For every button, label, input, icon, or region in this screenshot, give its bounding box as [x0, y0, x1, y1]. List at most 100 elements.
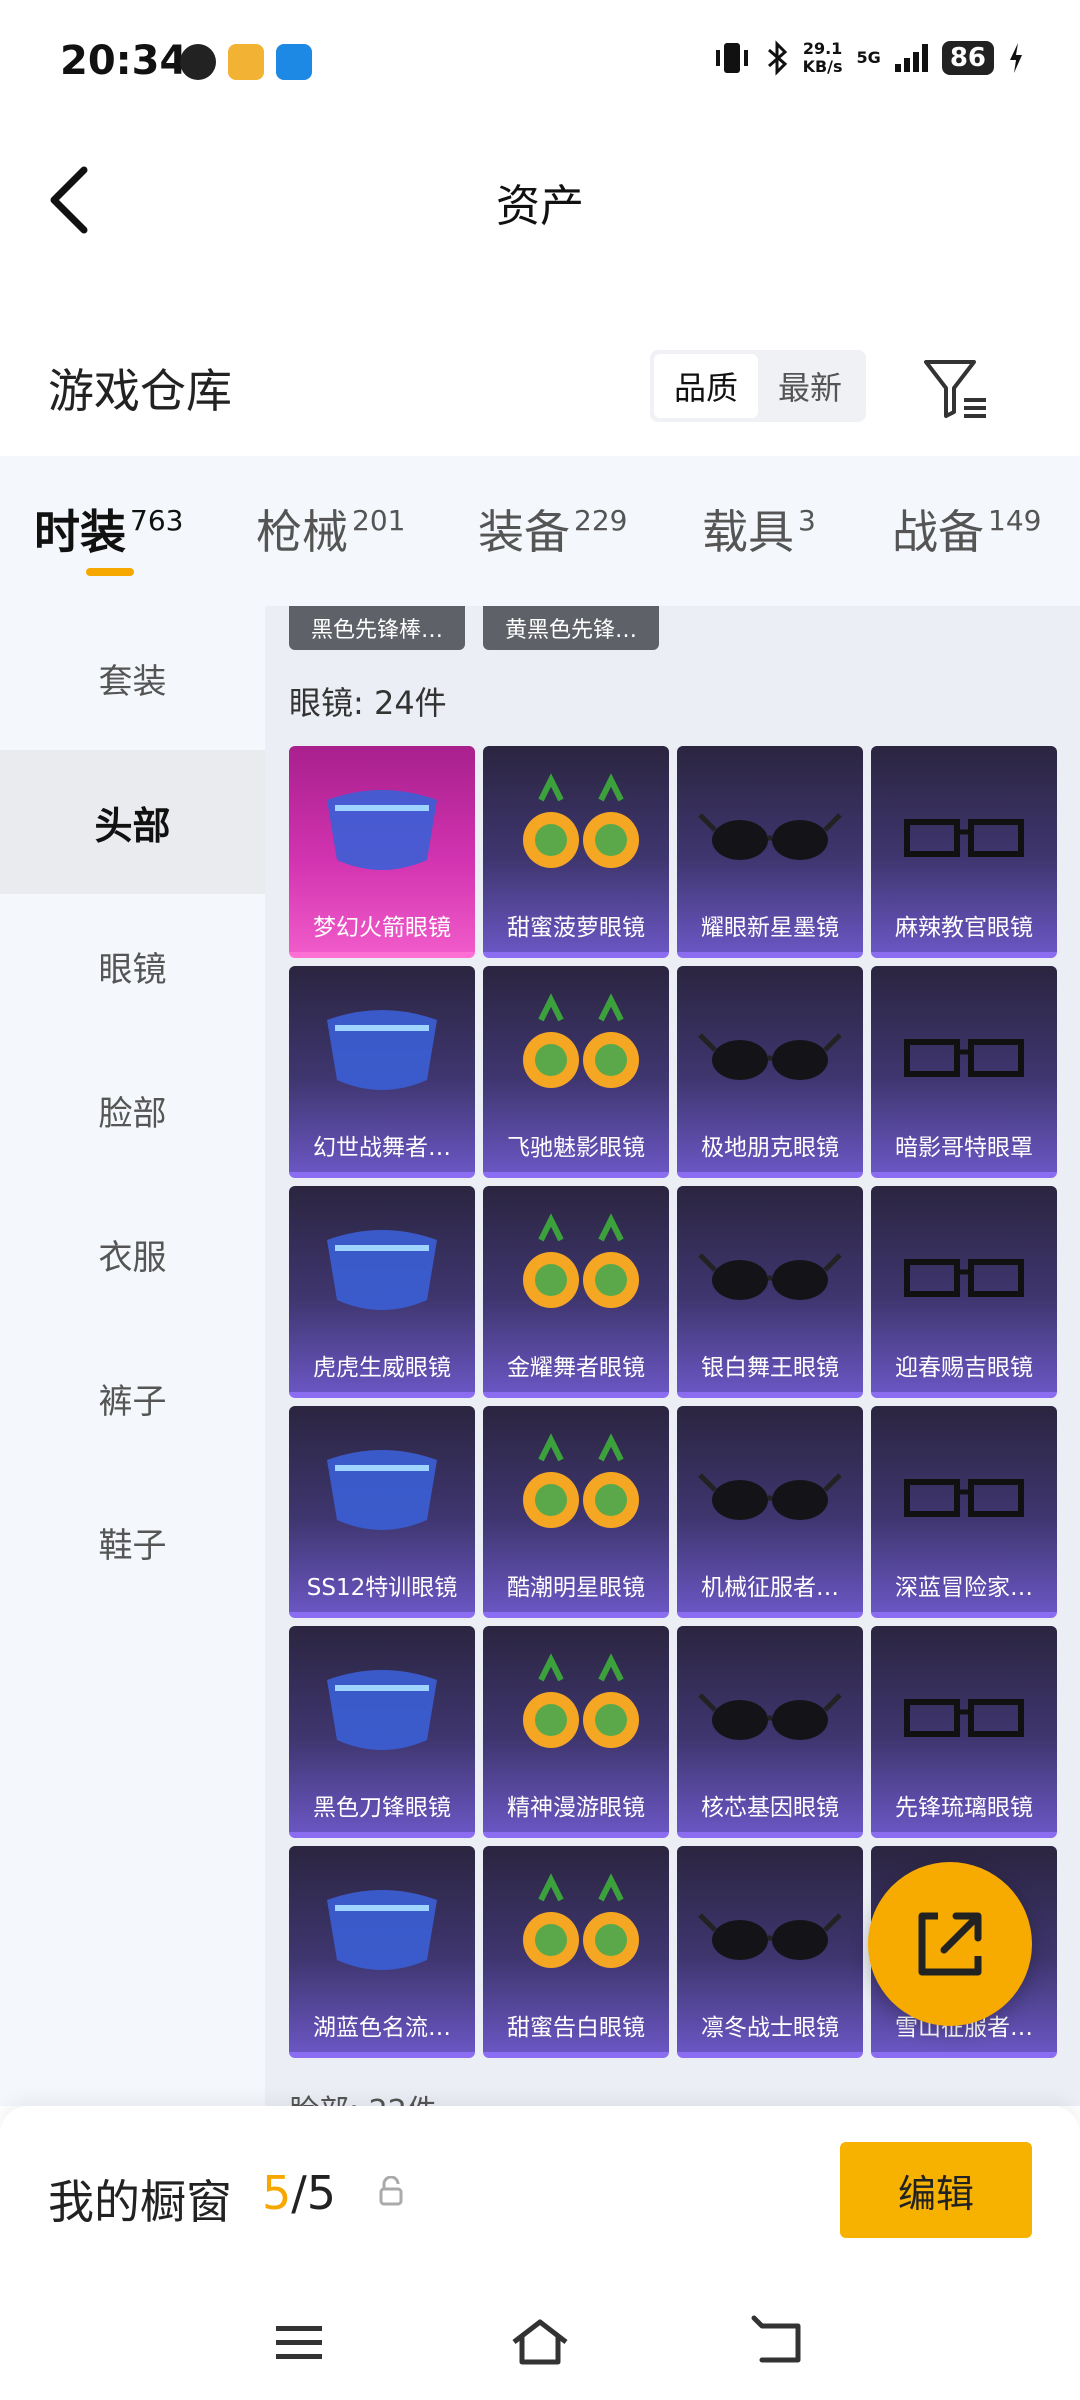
item-card[interactable]: 梦幻火箭眼镜 — [289, 746, 475, 958]
item-name: 甜蜜告白眼镜 — [507, 2015, 645, 2041]
showcase-label: 我的橱窗 — [48, 2175, 232, 2229]
sidebar-item-outfit[interactable]: 套装 — [0, 606, 265, 750]
item-card[interactable]: 虎虎生威眼镜 — [289, 1186, 475, 1398]
network-type: 5G — [856, 48, 881, 67]
item-card[interactable]: 湖蓝色名流… — [289, 1846, 475, 2058]
tab-guns[interactable]: 枪械 201 — [256, 496, 405, 562]
item-image — [698, 1253, 842, 1300]
item-name: 黑色刀锋眼镜 — [313, 1795, 451, 1821]
item-card[interactable]: 核芯基因眼镜 — [677, 1626, 863, 1838]
item-image — [327, 1670, 437, 1750]
item-image — [904, 1039, 1024, 1077]
item-card[interactable]: 凛冬战士眼镜 — [677, 1846, 863, 2058]
item-image — [698, 813, 842, 860]
next-category-label: 脸部: 22件 — [289, 2086, 437, 2106]
item-name: SS12特训眼镜 — [306, 1575, 458, 1601]
item-image — [327, 1230, 437, 1310]
item-name: 深蓝冒险家… — [895, 1575, 1033, 1601]
item-card[interactable]: 极地朋克眼镜 — [677, 966, 863, 1178]
item-name: 机械征服者… — [701, 1575, 839, 1601]
signal-icon — [894, 44, 928, 72]
edit-button[interactable]: 编辑 — [840, 2142, 1032, 2238]
filter-icon[interactable] — [920, 356, 990, 422]
lock-icon — [379, 2176, 403, 2206]
tab-vehicles[interactable]: 载具 3 — [702, 496, 816, 562]
status-right: 29.1 KB/s 5G 86 — [713, 40, 1024, 76]
charging-icon — [1010, 43, 1022, 73]
item-card[interactable]: 暗影哥特眼罩 — [871, 966, 1057, 1178]
item-name: 甜蜜菠萝眼镜 — [507, 915, 645, 941]
item-name: 先锋琉璃眼镜 — [895, 1795, 1033, 1821]
tab-equipment[interactable]: 装备 229 — [478, 496, 627, 562]
item-image — [698, 1693, 842, 1740]
item-image — [327, 790, 437, 870]
item-name: 银白舞王眼镜 — [701, 1355, 839, 1381]
app-header: 资产 — [0, 130, 1080, 270]
sidebar: 套装 头部 眼镜 脸部 衣服 裤子 鞋子 — [0, 606, 265, 2106]
item-card[interactable]: 黑色刀锋眼镜 — [289, 1626, 475, 1838]
item-name: 梦幻火箭眼镜 — [313, 915, 451, 941]
bluetooth-icon — [767, 40, 787, 76]
item-image — [327, 1450, 437, 1530]
item-image — [523, 1213, 639, 1308]
category-tabs: 时装 763 枪械 201 装备 229 载具 3 战备 149 — [0, 456, 1080, 606]
item-card[interactable]: 深蓝冒险家… — [871, 1406, 1057, 1618]
item-name: 金耀舞者眼镜 — [507, 1355, 645, 1381]
item-name: 虎虎生威眼镜 — [313, 1355, 451, 1381]
item-card[interactable]: 迎春赐吉眼镜 — [871, 1186, 1057, 1398]
item-chip[interactable]: 黑色先锋棒… — [289, 606, 466, 650]
tab-indicator — [86, 568, 134, 576]
back-nav-icon[interactable] — [750, 2314, 810, 2370]
item-name: 飞驰魅影眼镜 — [507, 1135, 645, 1161]
item-card[interactable]: 机械征服者… — [677, 1406, 863, 1618]
share-icon — [918, 1912, 982, 1976]
item-image — [523, 1433, 639, 1528]
item-card[interactable]: 银白舞王眼镜 — [677, 1186, 863, 1398]
item-image — [327, 1010, 437, 1090]
item-card[interactable]: 金耀舞者眼镜 — [483, 1186, 669, 1398]
sort-newest-button[interactable]: 最新 — [758, 354, 862, 418]
app-notification-icon — [180, 44, 216, 80]
item-image — [904, 1259, 1024, 1297]
sort-quality-button[interactable]: 品质 — [654, 354, 758, 418]
item-image — [904, 819, 1024, 857]
game-notification-icon — [228, 44, 264, 80]
sidebar-item-head[interactable]: 头部 — [0, 750, 265, 894]
item-card[interactable]: 甜蜜告白眼镜 — [483, 1846, 669, 2058]
item-name: 凛冬战士眼镜 — [701, 2015, 839, 2041]
tab-supplies[interactable]: 战备 149 — [892, 496, 1041, 562]
item-name: 耀眼新星墨镜 — [701, 915, 839, 941]
battery-level: 86 — [941, 41, 994, 75]
item-chip[interactable]: 黄黑色先锋… — [483, 606, 660, 650]
system-nav-bar — [0, 2290, 1080, 2400]
item-card[interactable]: 精神漫游眼镜 — [483, 1626, 669, 1838]
item-card[interactable]: 先锋琉璃眼镜 — [871, 1626, 1057, 1838]
item-card[interactable]: 幻世战舞者… — [289, 966, 475, 1178]
item-card[interactable]: 飞驰魅影眼镜 — [483, 966, 669, 1178]
item-card[interactable]: 甜蜜菠萝眼镜 — [483, 746, 669, 958]
item-name: 迎春赐吉眼镜 — [895, 1355, 1033, 1381]
menu-icon[interactable] — [270, 2314, 330, 2370]
item-name: 幻世战舞者… — [313, 1135, 451, 1161]
item-name: 暗影哥特眼罩 — [895, 1135, 1033, 1161]
item-name: 核芯基因眼镜 — [701, 1795, 839, 1821]
item-card[interactable]: 耀眼新星墨镜 — [677, 746, 863, 958]
item-card[interactable]: SS12特训眼镜 — [289, 1406, 475, 1618]
item-image — [698, 1033, 842, 1080]
item-name: 湖蓝色名流… — [313, 2015, 451, 2041]
item-image — [523, 993, 639, 1088]
sidebar-item-shoes[interactable]: 鞋子 — [0, 1470, 265, 1614]
tab-fashion[interactable]: 时装 763 — [34, 496, 183, 562]
home-icon[interactable] — [510, 2314, 570, 2370]
status-time: 20:34 — [60, 38, 188, 84]
sidebar-item-clothes[interactable]: 衣服 — [0, 1182, 265, 1326]
item-card[interactable]: 酷潮明星眼镜 — [483, 1406, 669, 1618]
item-card[interactable]: 麻辣教官眼镜 — [871, 746, 1057, 958]
sidebar-item-pants[interactable]: 裤子 — [0, 1326, 265, 1470]
item-name: 酷潮明星眼镜 — [507, 1575, 645, 1601]
item-name: 精神漫游眼镜 — [507, 1795, 645, 1821]
sidebar-item-glasses[interactable]: 眼镜 — [0, 894, 265, 1038]
share-button[interactable] — [868, 1862, 1032, 2026]
item-image — [523, 1873, 639, 1968]
sidebar-item-face[interactable]: 脸部 — [0, 1038, 265, 1182]
